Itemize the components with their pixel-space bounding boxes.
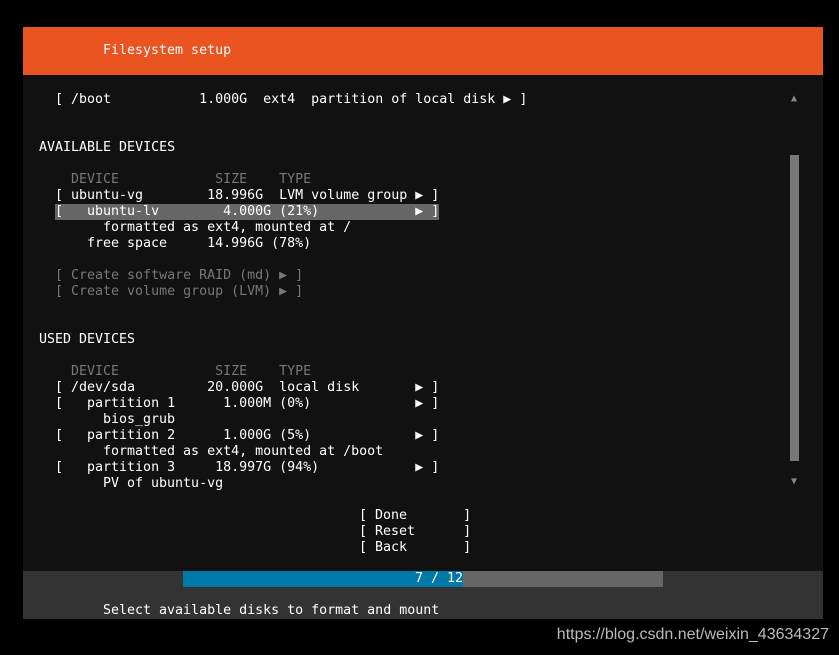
installer-window: Filesystem setup [ /boot 1.000G ext4 par… — [23, 27, 823, 619]
create-vg-button[interactable]: [ Create volume group (LVM) ▶ ] — [55, 284, 303, 300]
available-devices-heading: AVAILABLE DEVICES — [39, 140, 176, 155]
footer: 7 / 12 Select available disks to format … — [23, 571, 823, 619]
create-raid-button[interactable]: [ Create software RAID (md) ▶ ] — [55, 268, 303, 284]
header-bar: Filesystem setup — [23, 27, 823, 75]
device-row-ubuntu-vg[interactable]: [ ubuntu-vg 18.996G LVM volume group ▶ ] — [55, 188, 439, 204]
scroll-down-icon[interactable]: ▼ — [791, 476, 797, 487]
scrollbar[interactable] — [790, 155, 799, 461]
used-devices-heading: USED DEVICES — [39, 332, 136, 347]
page-title: Filesystem setup — [103, 43, 232, 58]
done-button[interactable]: [ Done ] — [359, 508, 471, 524]
device-row-partition-3[interactable]: [ partition 3 18.997G (94%) ▶ ] — [55, 460, 439, 476]
progress-bar: 7 / 12 — [183, 571, 663, 587]
available-columns-header: DEVICE SIZE TYPE — [71, 172, 312, 187]
progress-label: 7 / 12 — [414, 571, 463, 586]
watermark: https://blog.csdn.net/weixin_43634327 — [556, 626, 829, 643]
status-text: Select available disks to format and mou… — [103, 603, 440, 618]
scroll-up-icon[interactable]: ▲ — [791, 93, 797, 104]
device-detail: formatted as ext4, mounted at / — [103, 220, 352, 235]
device-row-partition-2[interactable]: [ partition 2 1.000G (5%) ▶ ] — [55, 428, 439, 444]
used-columns-header: DEVICE SIZE TYPE — [71, 364, 312, 379]
device-detail: formatted as ext4, mounted at /boot — [103, 444, 384, 459]
device-row-sda[interactable]: [ /dev/sda 20.000G local disk ▶ ] — [55, 380, 439, 396]
boot-mount-row[interactable]: [ /boot 1.000G ext4 partition of local d… — [55, 92, 527, 108]
device-detail: bios_grub — [103, 412, 176, 427]
back-button[interactable]: [ Back ] — [359, 540, 471, 556]
reset-button[interactable]: [ Reset ] — [359, 524, 471, 540]
device-row-ubuntu-lv-selected[interactable]: [ ubuntu-lv 4.000G (21%) ▶ ] — [55, 204, 439, 220]
device-detail: PV of ubuntu-vg — [103, 476, 224, 491]
device-row-partition-1[interactable]: [ partition 1 1.000M (0%) ▶ ] — [55, 396, 439, 412]
free-space-row: free space 14.996G (78%) — [87, 236, 312, 251]
